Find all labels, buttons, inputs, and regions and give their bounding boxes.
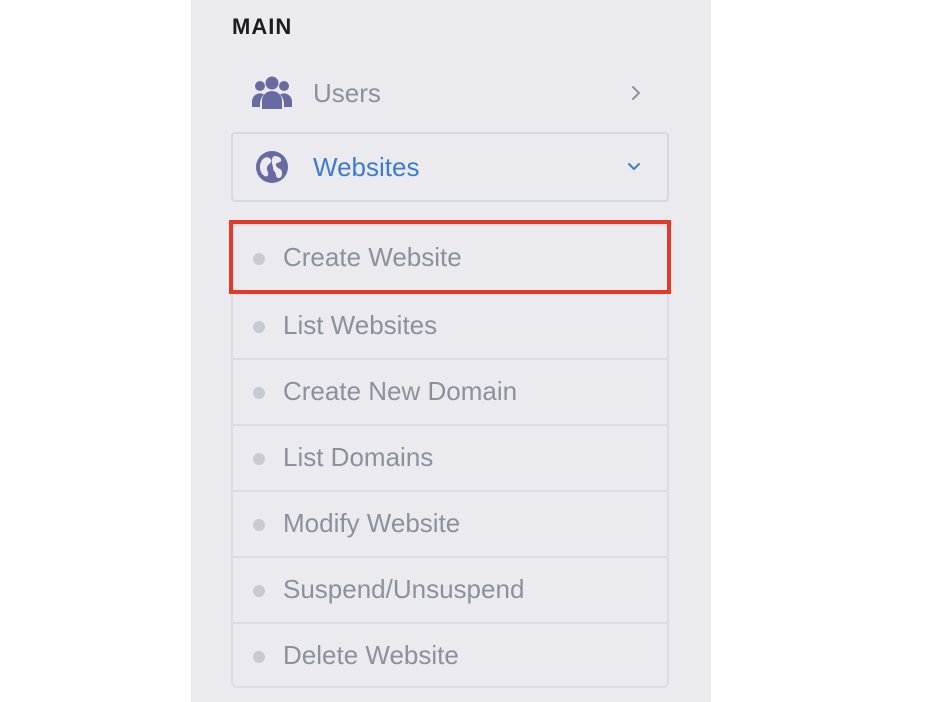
submenu-item-list-websites[interactable]: List Websites (233, 292, 667, 358)
globe-icon (251, 146, 293, 188)
bullet-icon (253, 321, 265, 333)
websites-submenu: Create Website List Websites Create New … (231, 224, 669, 688)
submenu-label: Create Website (283, 242, 462, 272)
bullet-icon (253, 519, 265, 531)
submenu-item-create-website[interactable]: Create Website (233, 226, 667, 292)
users-icon (251, 72, 293, 114)
chevron-down-icon (625, 158, 643, 176)
submenu-item-modify-website[interactable]: Modify Website (233, 490, 667, 556)
submenu-item-suspend-unsuspend[interactable]: Suspend/Unsuspend (233, 556, 667, 622)
bullet-icon (253, 253, 265, 265)
submenu-label: List Domains (283, 442, 434, 472)
submenu-label: List Websites (283, 310, 438, 340)
bullet-icon (253, 453, 265, 465)
chevron-right-icon (627, 84, 645, 102)
submenu-item-create-new-domain[interactable]: Create New Domain (233, 358, 667, 424)
submenu-item-delete-website[interactable]: Delete Website (233, 622, 667, 688)
submenu-label: Modify Website (283, 508, 461, 538)
submenu-label: Create New Domain (283, 376, 518, 406)
sidebar: MAIN Users Websites Create Website List … (191, 0, 711, 702)
nav-item-users[interactable]: Users (231, 58, 669, 128)
section-title-main: MAIN (232, 14, 293, 39)
bullet-icon (253, 585, 265, 597)
submenu-item-list-domains[interactable]: List Domains (233, 424, 667, 490)
submenu-label: Suspend/Unsuspend (283, 574, 525, 604)
nav-item-websites[interactable]: Websites (231, 132, 669, 202)
bullet-icon (253, 387, 265, 399)
bullet-icon (253, 651, 265, 663)
nav-label-users: Users (313, 77, 381, 108)
nav-label-websites: Websites (313, 151, 420, 182)
submenu-label: Delete Website (283, 640, 459, 670)
